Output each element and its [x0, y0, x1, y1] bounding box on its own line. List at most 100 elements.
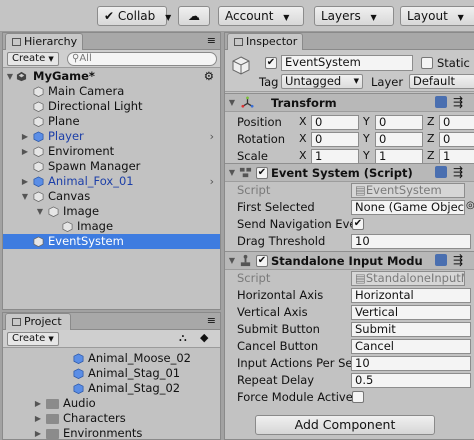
force-module-checkbox[interactable]	[352, 391, 364, 403]
collab-dropdown[interactable]: ✔ Collab ▼	[97, 6, 171, 26]
help-book-icon[interactable]	[435, 96, 447, 108]
project-folder[interactable]: ▶ Audio	[3, 396, 220, 411]
repeat-delay-field[interactable]: 0.5	[351, 373, 471, 388]
hierarchy-item[interactable]: ▼ Image	[3, 204, 220, 219]
cloud-button[interactable]: ☁	[178, 6, 210, 26]
expand-arrow-icon[interactable]: ▶	[33, 426, 43, 439]
preset-sliders-icon[interactable]: ⇶	[453, 95, 463, 109]
gameobject-cube-icon	[33, 146, 44, 157]
static-checkbox[interactable]	[421, 57, 433, 69]
hierarchy-item[interactable]: ▼ Canvas	[3, 189, 220, 204]
chevron-right-icon[interactable]: ›	[210, 174, 214, 189]
layout-dropdown[interactable]: Layout ▼	[400, 6, 474, 26]
expand-arrow-icon[interactable]: ▼	[227, 168, 237, 177]
hierarchy-item[interactable]: Main Camera	[3, 84, 220, 99]
scale-x-field[interactable]: 1	[311, 149, 359, 164]
gameobject-cube-icon	[62, 221, 73, 232]
expand-arrow-icon[interactable]: ▶	[33, 396, 43, 411]
project-tabbar: Project ≡	[3, 313, 220, 330]
layers-label: Layers	[321, 9, 361, 23]
hierarchy-item[interactable]: Image	[3, 219, 220, 234]
send-navigation-checkbox[interactable]: ✔	[352, 218, 364, 230]
scene-menu-icon[interactable]: ⚙	[204, 69, 214, 84]
panel-menu-icon[interactable]: ≡	[207, 34, 216, 47]
hierarchy-item-selected[interactable]: EventSystem	[3, 234, 220, 249]
chevron-right-icon[interactable]: ›	[210, 129, 214, 144]
tab-inspector[interactable]: Inspector	[227, 33, 303, 50]
layer-dropdown[interactable]: Default	[409, 74, 474, 89]
tab-hierarchy[interactable]: Hierarchy	[5, 33, 83, 50]
object-name-field[interactable]: EventSystem	[281, 55, 413, 71]
hierarchy-item[interactable]: Spawn Manager	[3, 159, 220, 174]
component-enabled-checkbox[interactable]: ✔	[256, 167, 268, 179]
expand-arrow-icon[interactable]: ▼	[227, 256, 237, 265]
position-z-field[interactable]: 0	[439, 115, 474, 130]
add-component-button[interactable]: Add Component	[255, 415, 435, 435]
project-item[interactable]: Animal_Moose_02	[3, 351, 220, 366]
expand-arrow-icon[interactable]: ▼	[20, 189, 30, 204]
scale-y-field[interactable]: 1	[375, 149, 423, 164]
expand-arrow-icon[interactable]: ▼	[227, 98, 237, 107]
rotation-y-field[interactable]: 0	[375, 132, 423, 147]
layers-dropdown[interactable]: Layers ▼	[314, 6, 394, 26]
vertical-axis-label: Vertical Axis	[237, 305, 308, 319]
horizontal-axis-field[interactable]: Horizontal	[351, 288, 471, 303]
panel-menu-icon[interactable]: ≡	[207, 314, 216, 327]
tag-dropdown[interactable]: Untagged ▼	[281, 74, 363, 89]
help-book-icon[interactable]	[435, 254, 447, 266]
script-value: StandaloneInputM	[365, 271, 465, 285]
submit-button-field[interactable]: Submit	[351, 322, 471, 337]
component-enabled-checkbox[interactable]: ✔	[256, 255, 268, 267]
vertical-axis-field[interactable]: Vertical	[351, 305, 471, 320]
expand-arrow-icon[interactable]: ▶	[20, 174, 30, 189]
position-y-field[interactable]: 0	[375, 115, 423, 130]
expand-arrow-icon[interactable]: ▶	[33, 411, 43, 426]
first-selected-field[interactable]: None (Game Object	[351, 200, 465, 215]
tag-label: Tag	[259, 75, 279, 89]
expand-arrow-icon[interactable]: ▶	[20, 144, 30, 159]
drag-threshold-field[interactable]: 10	[351, 234, 471, 249]
joystick-icon	[240, 254, 251, 267]
event-system-title: Event System (Script)	[271, 166, 413, 180]
create-button[interactable]: Create ▼	[7, 332, 59, 346]
event-system-header[interactable]: ▼ ✔ Event System (Script) ⇶	[225, 163, 474, 182]
hierarchy-item[interactable]: Plane	[3, 114, 220, 129]
object-picker-icon[interactable]: ◎	[466, 200, 474, 211]
preset-sliders-icon[interactable]: ⇶	[453, 253, 463, 267]
collab-check-icon: ✔	[104, 9, 115, 23]
project-folder[interactable]: ▶ Environments	[3, 426, 220, 439]
filter-by-type-icon[interactable]: ⛬	[179, 331, 187, 345]
hierarchy-item[interactable]: ▶ Animal_Fox_01 ›	[3, 174, 220, 189]
hierarchy-search-input[interactable]: ⚲All	[67, 52, 217, 66]
axis-y-label: Y	[363, 115, 370, 128]
standalone-input-header[interactable]: ▼ ✔ Standalone Input Modu ⇶	[225, 251, 474, 270]
tab-hierarchy-label: Hierarchy	[24, 35, 78, 48]
hierarchy-item[interactable]: Directional Light	[3, 99, 220, 114]
tag-icon[interactable]: ◆	[200, 331, 208, 344]
help-book-icon[interactable]	[435, 166, 447, 178]
expand-arrow-icon[interactable]: ▼	[35, 204, 45, 219]
input-actions-field[interactable]: 10	[351, 356, 471, 371]
transform-header[interactable]: ▼ Transform ⇶	[225, 93, 474, 112]
expand-arrow-icon[interactable]: ▼	[5, 69, 15, 84]
project-item[interactable]: Animal_Stag_01	[3, 366, 220, 381]
expand-arrow-icon[interactable]: ▶	[20, 129, 30, 144]
hierarchy-item[interactable]: ▶ Player ›	[3, 129, 220, 144]
hierarchy-item-label: EventSystem	[48, 234, 124, 248]
cancel-button-field[interactable]: Cancel	[351, 339, 471, 354]
active-checkbox[interactable]: ✔	[265, 57, 277, 69]
tab-project[interactable]: Project	[5, 313, 71, 330]
scale-z-field[interactable]: 1	[439, 149, 474, 164]
project-folder[interactable]: ▶ Characters	[3, 411, 220, 426]
scene-row[interactable]: ▼ MyGame* ⚙	[3, 69, 220, 84]
hierarchy-item[interactable]: ▶ Enviroment	[3, 144, 220, 159]
rotation-x-field[interactable]: 0	[311, 132, 359, 147]
create-button[interactable]: Create ▼	[7, 52, 59, 66]
project-item[interactable]: Animal_Stag_02	[3, 381, 220, 396]
preset-sliders-icon[interactable]: ⇶	[453, 165, 463, 179]
axis-x-label: X	[299, 149, 307, 162]
position-x-field[interactable]: 0	[311, 115, 359, 130]
rotation-z-field[interactable]: 0	[439, 132, 474, 147]
account-dropdown[interactable]: Account ▼	[218, 6, 304, 26]
chevron-down-icon: ▼	[165, 13, 172, 22]
